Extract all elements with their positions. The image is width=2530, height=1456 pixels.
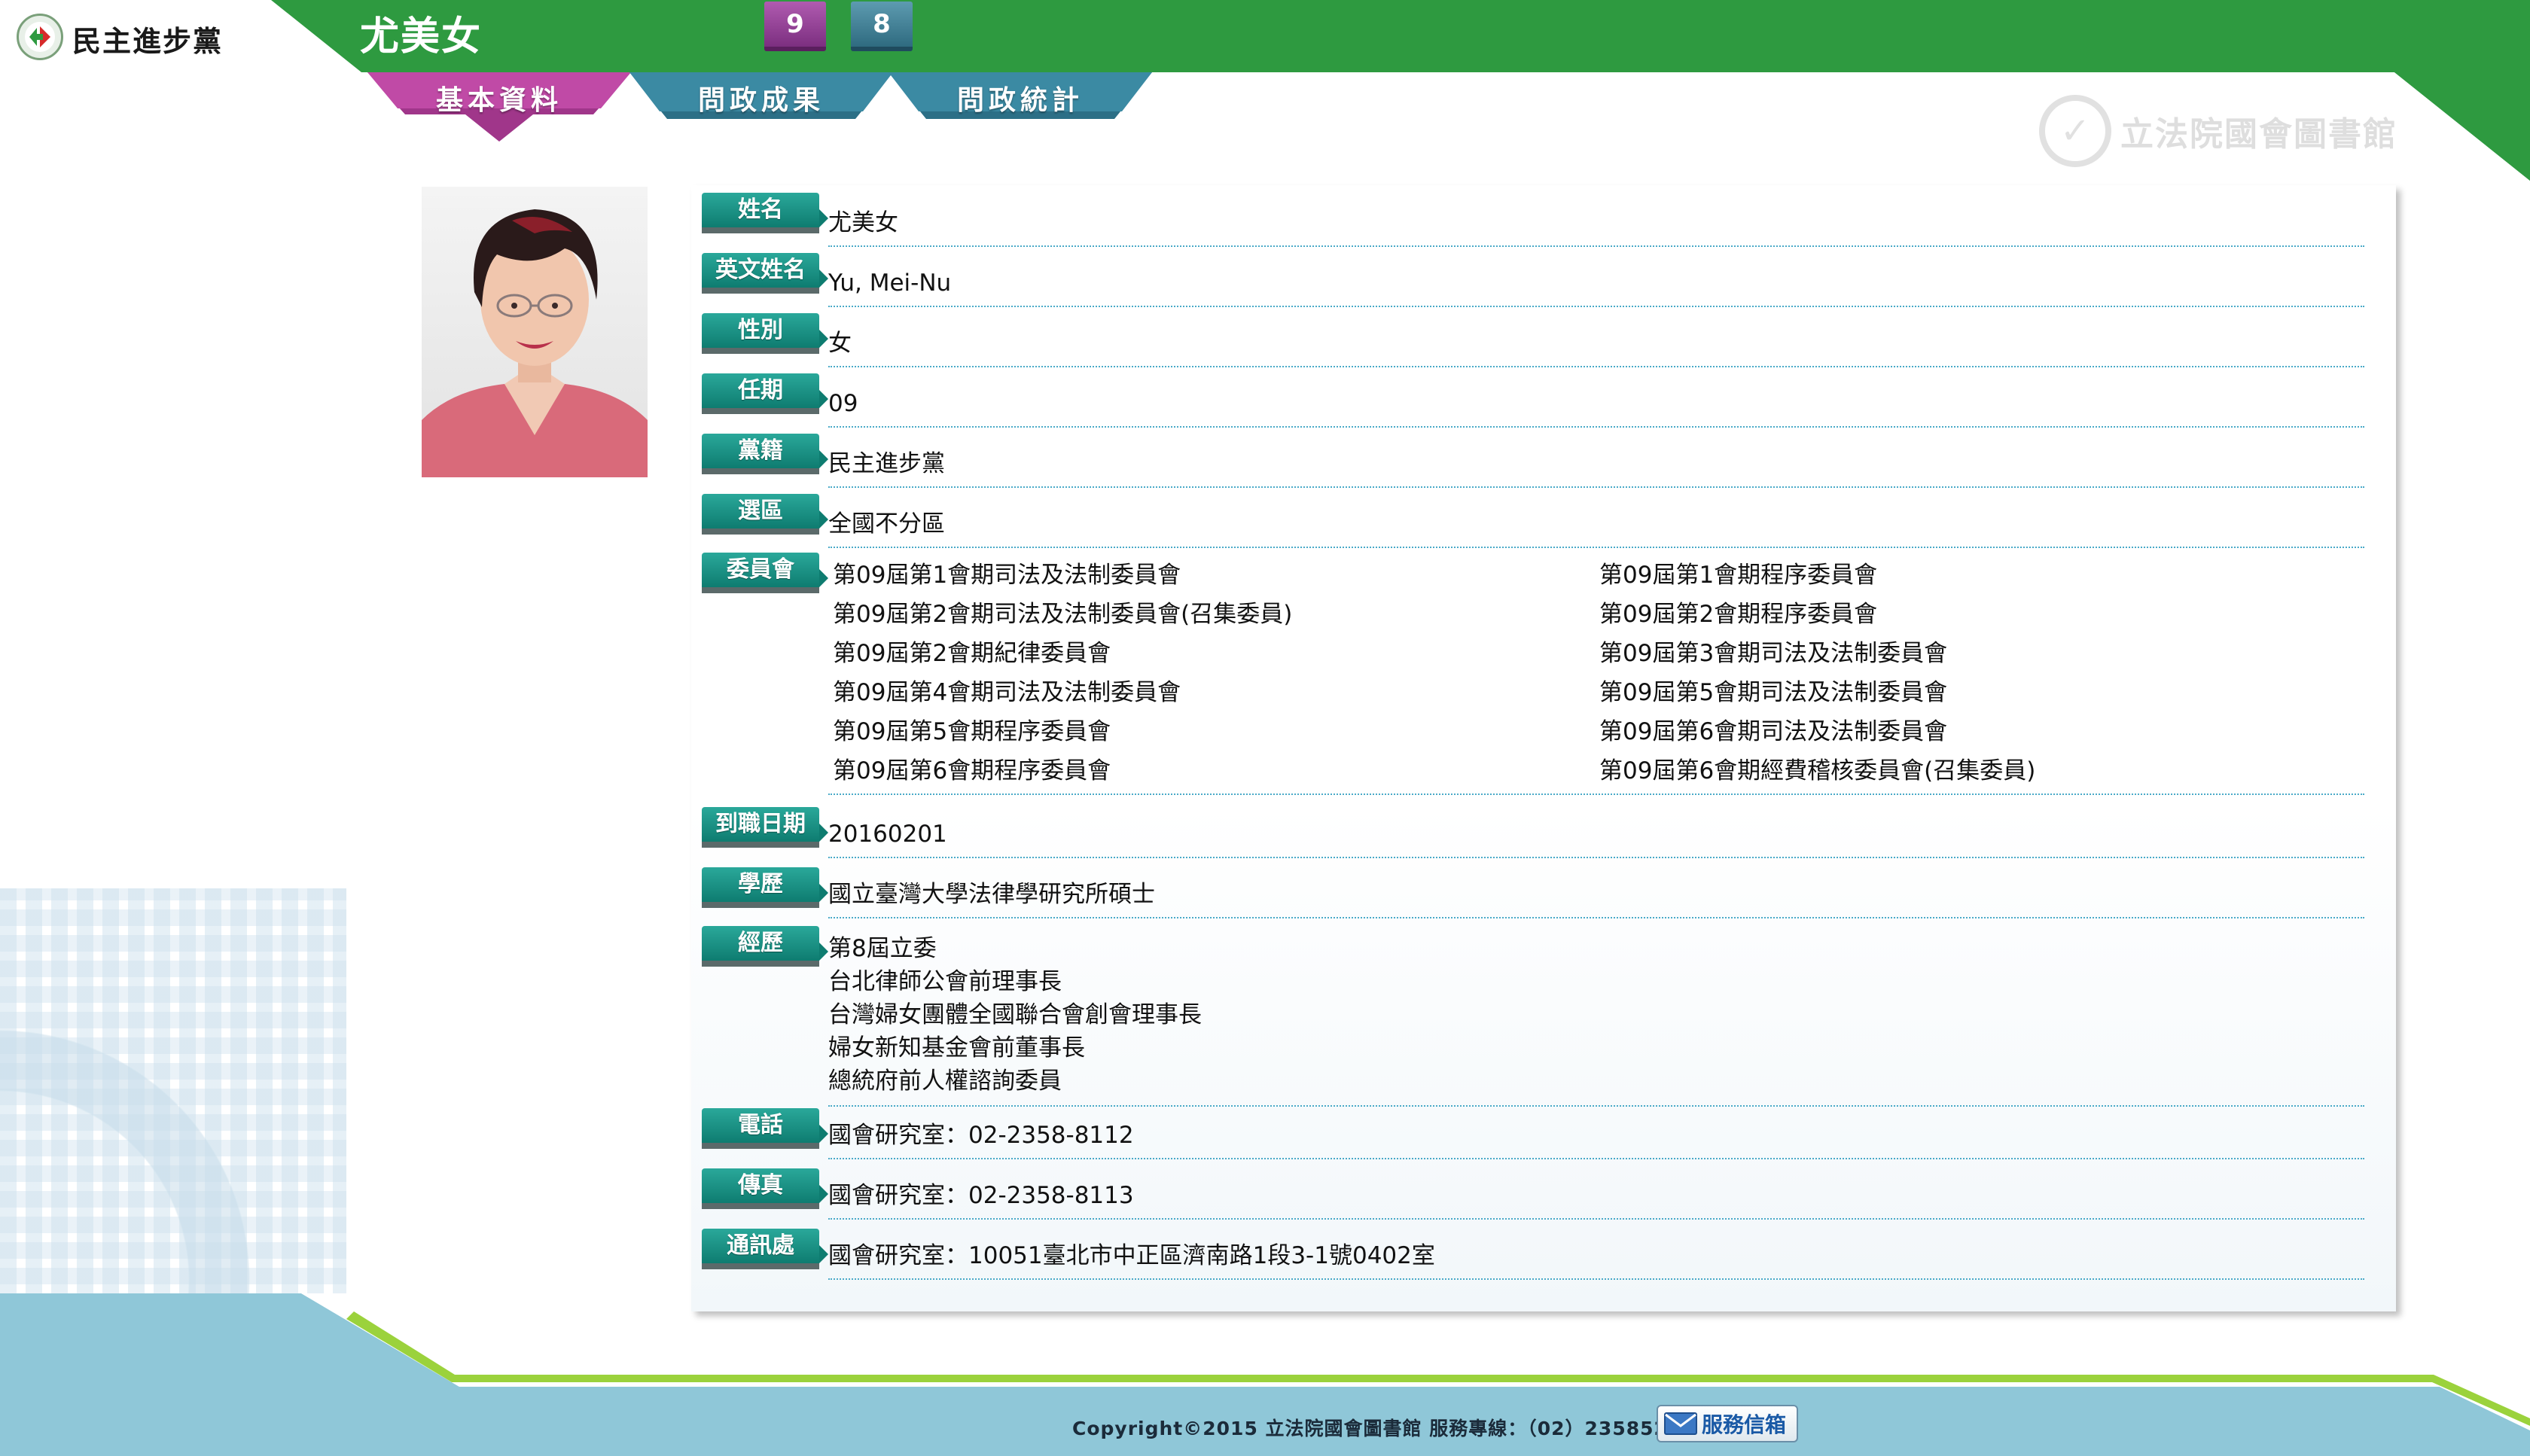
divider: [828, 306, 2364, 307]
row-district: 選區 全國不分區: [691, 494, 2364, 554]
row-english-name: 英文姓名 Yu, Mei-Nu: [691, 253, 2364, 313]
experience-item: 第8屆立委: [828, 935, 937, 962]
value-education: 國立臺灣大學法律學研究所碩士: [828, 881, 1155, 908]
tab-results[interactable]: 問政成果: [629, 72, 893, 142]
committee-item: 第09屆第2會期紀律委員會: [833, 640, 1111, 667]
library-logo: ✓ 立法院國會圖書館: [2039, 95, 2397, 167]
label-party: 黨籍: [702, 434, 828, 476]
value-fax: 國會研究室：02-2358-8113: [828, 1182, 1134, 1209]
party-header: 民主進步黨: [0, 0, 361, 71]
value-phone: 國會研究室：02-2358-8112: [828, 1122, 1134, 1149]
divider: [828, 426, 2364, 428]
divider: [828, 793, 2364, 795]
profile-panel: 姓名 尤美女 英文姓名 Yu, Mei-Nu 性別 女 任期 09 黨籍 民主進…: [691, 185, 2396, 1311]
label-start-date: 到職日期: [702, 807, 828, 849]
committee-item: 第09屆第6會期經費稽核委員會(召集委員): [1599, 757, 2036, 784]
tab-basic-info[interactable]: 基本資料: [367, 72, 631, 142]
member-name-title: 尤美女: [360, 14, 483, 59]
row-name: 姓名 尤美女: [691, 193, 2364, 253]
label-education: 學歷: [702, 867, 828, 909]
experience-item: 台北律師公會前理事長: [828, 968, 1062, 995]
divider: [828, 245, 2364, 247]
value-english-name: Yu, Mei-Nu: [828, 270, 952, 297]
term-badge-8[interactable]: 8: [851, 2, 913, 51]
value-gender: 女: [828, 330, 852, 357]
committee-item: 第09屆第1會期司法及法制委員會: [833, 562, 1181, 589]
label-committees: 委員會: [702, 553, 828, 595]
tab-basic-label: 基本資料: [435, 85, 562, 116]
row-gender: 性別 女: [691, 313, 2364, 373]
divider: [828, 486, 2364, 488]
row-education: 學歷 國立臺灣大學法律學研究所碩士: [691, 867, 2364, 928]
divider: [828, 917, 2364, 918]
experience-item: 婦女新知基金會前董事長: [828, 1034, 1085, 1062]
row-fax: 傳真 國會研究室：02-2358-8113: [691, 1168, 2364, 1229]
row-address: 通訊處 國會研究室：10051臺北市中正區濟南路1段3-1號0402室: [691, 1229, 2364, 1289]
tab-results-label: 問政成果: [697, 85, 825, 116]
committee-item: 第09屆第4會期司法及法制委員會: [833, 679, 1181, 706]
committee-item: 第09屆第5會期司法及法制委員會: [1599, 679, 1948, 706]
party-name: 民主進步黨: [72, 25, 224, 58]
divider: [828, 366, 2364, 367]
footer-copyright: Copyright©2015 立法院國會圖書館 服務專線：（02）2358527…: [1072, 1418, 1696, 1439]
value-start-date: 20160201: [828, 821, 947, 848]
committee-item: 第09屆第6會期司法及法制委員會: [1599, 718, 1948, 745]
committee-item: 第09屆第1會期程序委員會: [1599, 562, 1878, 589]
tab-stats[interactable]: 問政統計: [889, 72, 1152, 142]
label-gender: 性別: [702, 313, 828, 355]
label-address: 通訊處: [702, 1229, 828, 1271]
value-name: 尤美女: [828, 209, 898, 236]
divider: [828, 547, 2364, 548]
value-party: 民主進步黨: [828, 450, 945, 477]
row-term: 任期 09: [691, 373, 2364, 434]
experience-item: 總統府前人權諮詢委員: [828, 1068, 1062, 1095]
label-fax: 傳真: [702, 1168, 828, 1211]
label-district: 選區: [702, 494, 828, 536]
term-badge-9[interactable]: 9: [764, 2, 826, 51]
divider: [828, 1218, 2364, 1220]
tab-stats-label: 問政統計: [956, 85, 1084, 116]
value-address: 國會研究室：10051臺北市中正區濟南路1段3-1號0402室: [828, 1242, 1435, 1269]
label-phone: 電話: [702, 1108, 828, 1150]
row-committees: 委員會 第09屆第1會期司法及法制委員會 第09屆第2會期司法及法制委員會(召集…: [691, 553, 2364, 795]
row-party: 黨籍 民主進步黨: [691, 434, 2364, 494]
committee-item: 第09屆第6會期程序委員會: [833, 757, 1111, 784]
service-mailbox-label: 服務信箱: [1702, 1412, 1787, 1437]
label-name: 姓名: [702, 193, 828, 235]
row-phone: 電話 國會研究室：02-2358-8112: [691, 1108, 2364, 1168]
row-start-date: 到職日期 20160201: [691, 807, 2364, 867]
value-term: 09: [828, 390, 858, 417]
label-experience: 經歷: [702, 926, 828, 968]
experience-item: 台灣婦女團體全國聯合會創會理事長: [828, 1001, 1202, 1028]
member-photo: [422, 187, 648, 477]
party-logo-icon: [17, 14, 63, 60]
committee-item: 第09屆第3會期司法及法制委員會: [1599, 640, 1948, 667]
divider: [828, 1105, 2364, 1107]
label-english-name: 英文姓名: [702, 253, 828, 295]
committee-item: 第09屆第2會期程序委員會: [1599, 601, 1878, 628]
committee-item: 第09屆第5會期程序委員會: [833, 718, 1111, 745]
divider: [828, 1158, 2364, 1159]
library-name: 立法院國會圖書館: [2120, 115, 2397, 154]
service-mailbox-button[interactable]: 服務信箱: [1657, 1405, 1798, 1442]
row-experience: 經歷 第8屆立委 台北律師公會前理事長 台灣婦女團體全國聯合會創會理事長 婦女新…: [691, 926, 2364, 1107]
label-term: 任期: [702, 373, 828, 416]
divider: [828, 1278, 2364, 1280]
divider: [828, 857, 2364, 858]
library-logo-icon: ✓: [2039, 95, 2111, 167]
value-district: 全國不分區: [828, 510, 945, 538]
committee-item: 第09屆第2會期司法及法制委員會(召集委員): [833, 601, 1293, 628]
envelope-icon: [1664, 1412, 1697, 1435]
